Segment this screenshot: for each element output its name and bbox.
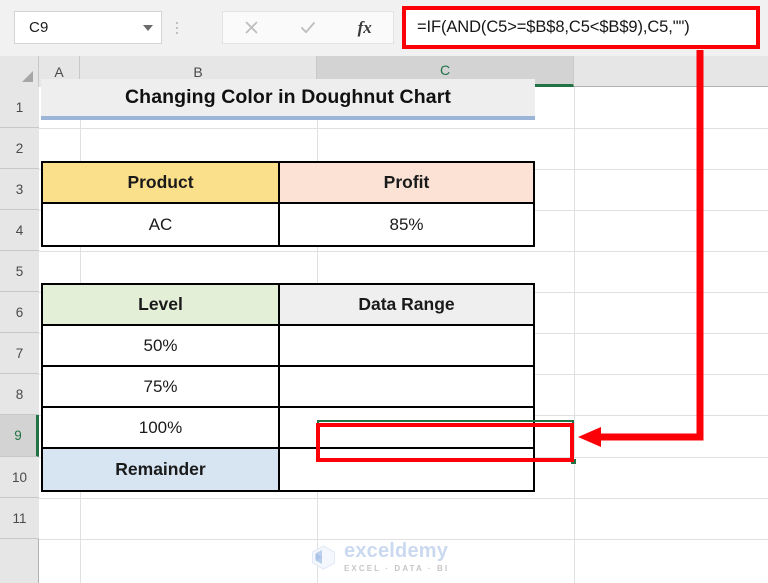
header-data-range: Data Range [280, 285, 533, 326]
cell-level-remainder[interactable]: Remainder [43, 449, 280, 490]
table-row: 50% [43, 326, 533, 367]
name-box-value: C9 [29, 19, 49, 36]
watermark: exceldemy EXCEL · DATA · BI [310, 535, 490, 579]
formula-input[interactable]: =IF(AND(C5>=$B$8,C5<$B$9),C5,"") [402, 6, 760, 49]
cell-datarange-row10[interactable] [280, 408, 533, 449]
cell-datarange-row8[interactable] [280, 326, 533, 367]
table-row: AC 85% [43, 204, 533, 245]
row-header-8[interactable]: 8 [0, 374, 39, 415]
row-header-7[interactable]: 7 [0, 333, 39, 374]
row-header-10[interactable]: 10 [0, 457, 39, 498]
table-row: 75% [43, 367, 533, 408]
watermark-name: exceldemy [344, 540, 449, 562]
formula-bar-strip: C9 fx =IF(AND(C5>=$B$8,C5<$B$9),C5,"") [0, 0, 768, 56]
cancel-x-icon[interactable] [223, 12, 280, 43]
formula-bar-drag-handle[interactable] [172, 14, 182, 42]
sheet-title-banner: Changing Color in Doughnut Chart [41, 79, 535, 120]
row-header-5[interactable]: 5 [0, 251, 39, 292]
row-header-2[interactable]: 2 [0, 128, 39, 169]
cell-datarange-row11[interactable] [280, 449, 533, 490]
row-header-4[interactable]: 4 [0, 210, 39, 251]
fill-handle[interactable] [570, 458, 577, 465]
level-datarange-table: Level Data Range 50% 75% 100% Remainder [41, 283, 535, 492]
row-header-6[interactable]: 6 [0, 292, 39, 333]
column-header-b-label: B [193, 63, 203, 80]
table-row: 100% [43, 408, 533, 449]
watermark-tagline: EXCEL · DATA · BI [344, 564, 450, 573]
row-header-11[interactable]: 11 [0, 498, 39, 539]
formula-input-value: =IF(AND(C5>=$B$8,C5<$B$9),C5,"") [417, 18, 690, 36]
table-row: Remainder [43, 449, 533, 490]
chevron-down-icon[interactable] [135, 24, 161, 31]
select-all-corner[interactable] [0, 56, 39, 87]
cell-level-100[interactable]: 100% [43, 408, 280, 449]
fx-function-icon[interactable]: fx [336, 12, 393, 43]
table-header-row: Product Profit [43, 163, 533, 204]
table-header-row: Level Data Range [43, 285, 533, 326]
column-header-c-label: C [439, 62, 451, 78]
row-header-9[interactable]: 9 [0, 415, 39, 457]
name-box[interactable]: C9 [14, 11, 162, 44]
enter-check-icon[interactable] [280, 12, 337, 43]
cell-level-50[interactable]: 50% [43, 326, 280, 367]
row-header-gutter: 1 2 3 4 5 6 7 8 9 10 11 [0, 87, 39, 583]
fx-label: fx [357, 17, 372, 37]
column-header-a-label: A [54, 63, 64, 80]
header-product: Product [43, 163, 280, 204]
row-header-1[interactable]: 1 [0, 87, 39, 128]
row-header-3[interactable]: 3 [0, 169, 39, 210]
product-profit-table: Product Profit AC 85% [41, 161, 535, 247]
cell-profit-value[interactable]: 85% [280, 204, 533, 245]
exceldemy-cube-logo-icon [310, 544, 337, 571]
cell-datarange-row9[interactable] [280, 367, 533, 408]
header-profit: Profit [280, 163, 533, 204]
page-title: Changing Color in Doughnut Chart [125, 86, 451, 108]
cell-level-75[interactable]: 75% [43, 367, 280, 408]
header-level: Level [43, 285, 280, 326]
cell-product-value[interactable]: AC [43, 204, 280, 245]
formula-action-buttons: fx [222, 11, 394, 44]
